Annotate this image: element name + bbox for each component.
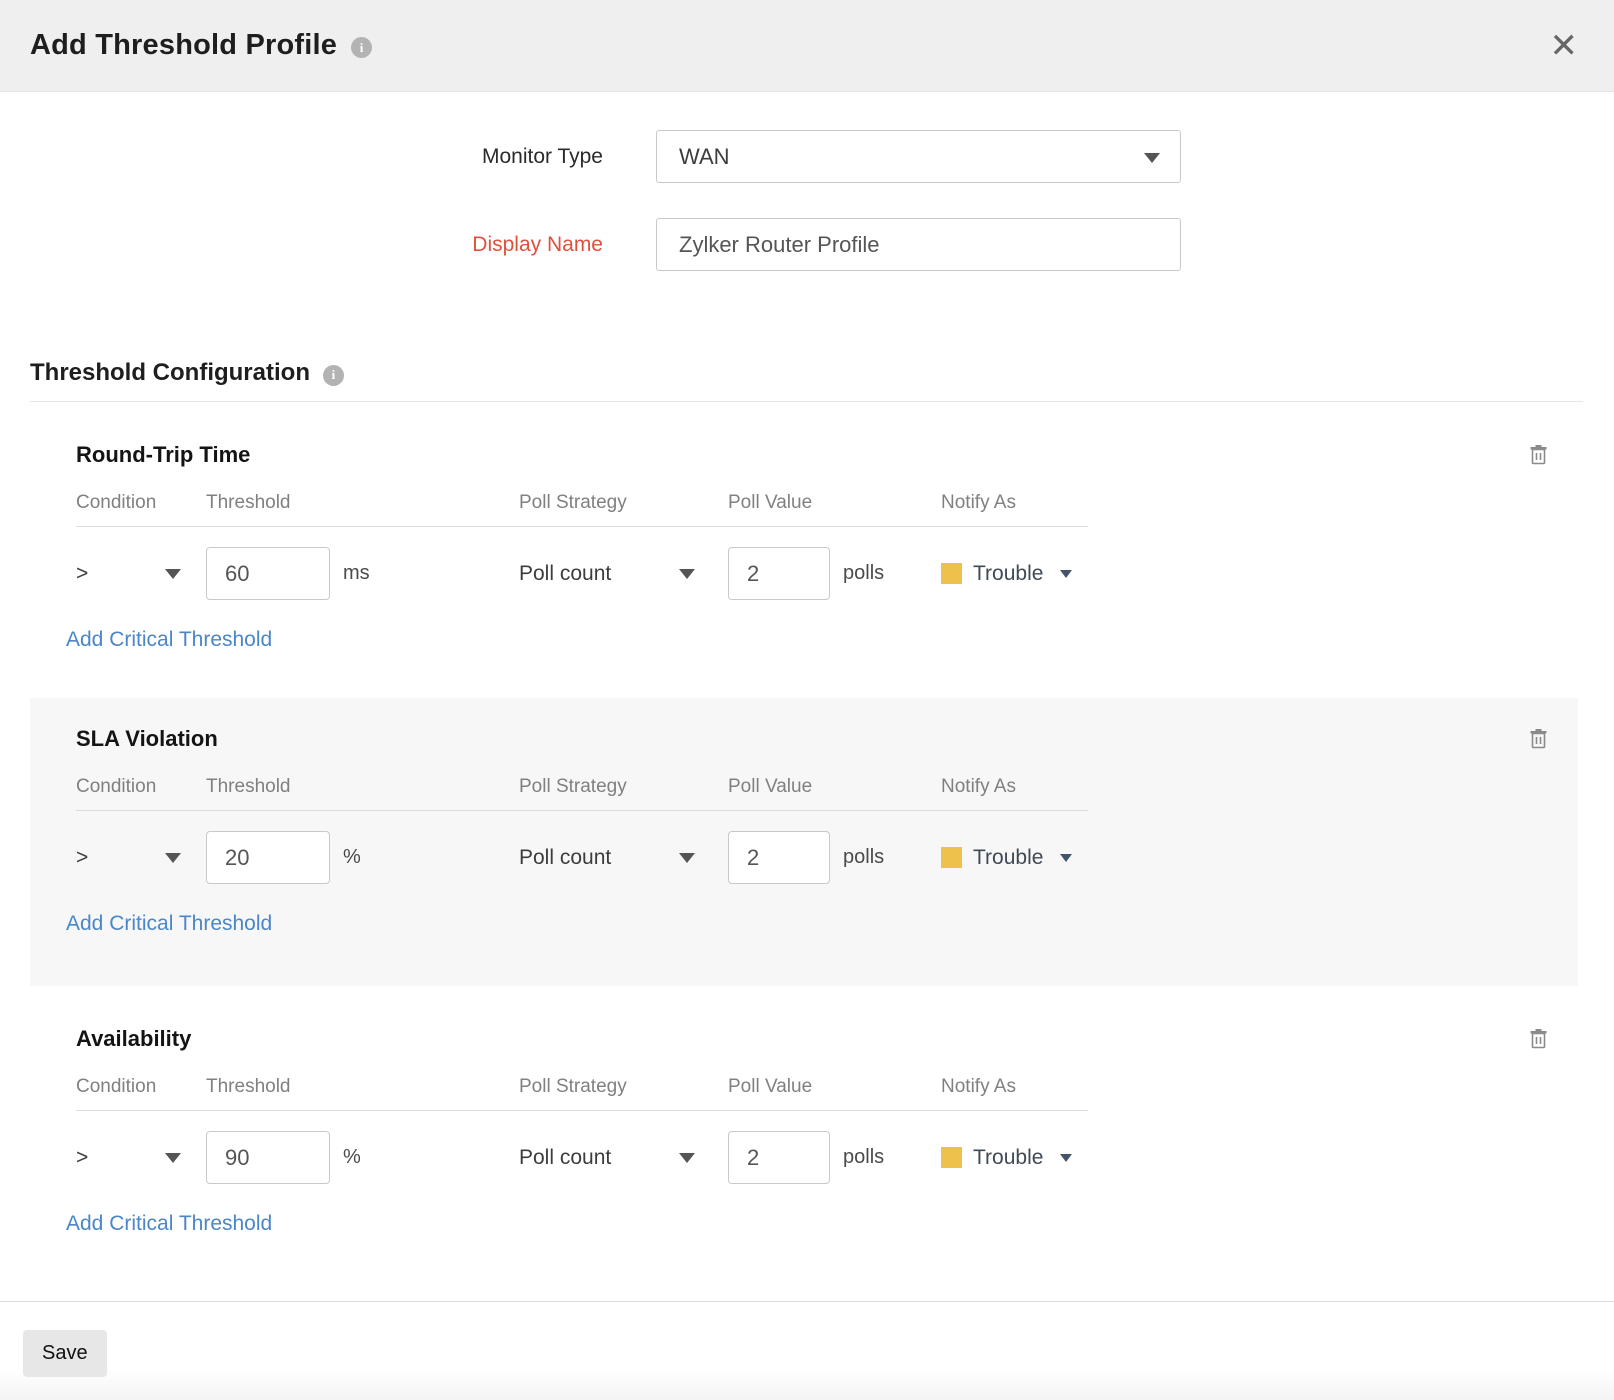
poll-strategy-select[interactable]: Poll count xyxy=(519,562,695,586)
column-condition: Condition xyxy=(76,1076,206,1098)
display-name-field-wrap xyxy=(656,218,1181,271)
poll-strategy-select[interactable]: Poll count xyxy=(519,1146,695,1170)
poll-value-input[interactable] xyxy=(728,547,830,600)
column-notify-as: Notify As xyxy=(941,1076,1088,1098)
column-poll-value: Poll Value xyxy=(728,1076,941,1098)
chevron-down-icon xyxy=(679,853,695,863)
column-poll-strategy: Poll Strategy xyxy=(519,1076,728,1098)
section-title: Threshold Configuration xyxy=(30,359,310,387)
column-poll-value: Poll Value xyxy=(728,776,941,798)
notify-as-select[interactable]: Trouble xyxy=(941,562,1088,586)
metric-block-availability: Availability Condition Threshold Poll St… xyxy=(30,1010,1578,1258)
threshold-input[interactable] xyxy=(206,1131,330,1184)
chevron-down-icon xyxy=(1060,1154,1072,1162)
display-name-input[interactable] xyxy=(679,232,1158,258)
monitor-type-select[interactable]: WAN xyxy=(656,130,1181,183)
chevron-down-icon xyxy=(679,1153,695,1163)
threshold-input[interactable] xyxy=(206,547,330,600)
column-notify-as: Notify As xyxy=(941,492,1088,514)
notify-as-value: Trouble xyxy=(973,846,1043,870)
trash-icon[interactable] xyxy=(1529,1028,1548,1049)
trash-icon[interactable] xyxy=(1529,728,1548,749)
metric-title: Round-Trip Time xyxy=(76,442,1548,468)
chevron-down-icon xyxy=(165,569,181,579)
chevron-down-icon xyxy=(1144,153,1160,163)
chevron-down-icon xyxy=(165,853,181,863)
add-critical-threshold-link[interactable]: Add Critical Threshold xyxy=(66,628,272,652)
add-critical-threshold-link[interactable]: Add Critical Threshold xyxy=(66,1212,272,1236)
condition-select[interactable]: > xyxy=(76,562,181,586)
modal-header: Add Threshold Profile i ✕ xyxy=(0,0,1614,92)
poll-strategy-value: Poll count xyxy=(519,1146,611,1170)
threshold-unit: % xyxy=(343,1146,361,1169)
chevron-down-icon xyxy=(679,569,695,579)
column-notify-as: Notify As xyxy=(941,776,1088,798)
poll-value-input[interactable] xyxy=(728,831,830,884)
display-name-label: Display Name xyxy=(0,233,603,257)
trouble-severity-swatch xyxy=(941,1147,962,1168)
notify-as-value: Trouble xyxy=(973,562,1043,586)
condition-value: > xyxy=(76,562,88,586)
notify-as-value: Trouble xyxy=(973,1146,1043,1170)
page-title: Add Threshold Profile xyxy=(30,29,337,62)
poll-value-unit: polls xyxy=(843,1146,884,1169)
add-critical-threshold-link[interactable]: Add Critical Threshold xyxy=(66,912,272,936)
column-threshold: Threshold xyxy=(206,1076,519,1098)
column-condition: Condition xyxy=(76,776,206,798)
save-button[interactable]: Save xyxy=(23,1330,107,1377)
condition-select[interactable]: > xyxy=(76,846,181,870)
close-icon[interactable]: ✕ xyxy=(1550,29,1579,63)
column-threshold: Threshold xyxy=(206,776,519,798)
condition-value: > xyxy=(76,1146,88,1170)
column-poll-value: Poll Value xyxy=(728,492,941,514)
trouble-severity-swatch xyxy=(941,563,962,584)
poll-strategy-select[interactable]: Poll count xyxy=(519,846,695,870)
poll-value-unit: polls xyxy=(843,846,884,869)
threshold-unit: % xyxy=(343,846,361,869)
chevron-down-icon xyxy=(1060,854,1072,862)
threshold-row: > % Poll count polls xyxy=(76,831,1088,884)
poll-strategy-value: Poll count xyxy=(519,562,611,586)
metric-block-round-trip-time: Round-Trip Time Condition Threshold Poll… xyxy=(30,426,1578,674)
trouble-severity-swatch xyxy=(941,847,962,868)
columns-header: Condition Threshold Poll Strategy Poll V… xyxy=(76,776,1088,811)
poll-strategy-value: Poll count xyxy=(519,846,611,870)
metric-title: SLA Violation xyxy=(76,726,1548,752)
condition-value: > xyxy=(76,846,88,870)
monitor-type-row: Monitor Type WAN xyxy=(0,130,1614,183)
profile-form: Monitor Type WAN Display Name xyxy=(0,92,1614,271)
threshold-unit: ms xyxy=(343,562,370,585)
threshold-row: > ms Poll count polls xyxy=(76,547,1088,600)
column-poll-strategy: Poll Strategy xyxy=(519,776,728,798)
section-divider xyxy=(30,401,1583,402)
poll-value-input[interactable] xyxy=(728,1131,830,1184)
notify-as-select[interactable]: Trouble xyxy=(941,846,1088,870)
columns-header: Condition Threshold Poll Strategy Poll V… xyxy=(76,1076,1088,1111)
column-condition: Condition xyxy=(76,492,206,514)
notify-as-select[interactable]: Trouble xyxy=(941,1146,1088,1170)
chevron-down-icon xyxy=(1060,570,1072,578)
info-icon: i xyxy=(323,365,344,386)
monitor-type-label: Monitor Type xyxy=(0,145,603,169)
metric-title: Availability xyxy=(76,1026,1548,1052)
chevron-down-icon xyxy=(165,1153,181,1163)
condition-select[interactable]: > xyxy=(76,1146,181,1170)
column-poll-strategy: Poll Strategy xyxy=(519,492,728,514)
column-threshold: Threshold xyxy=(206,492,519,514)
metric-block-sla-violation: SLA Violation Condition Threshold Poll S… xyxy=(30,698,1578,986)
trash-icon[interactable] xyxy=(1529,444,1548,465)
poll-value-unit: polls xyxy=(843,562,884,585)
threshold-input[interactable] xyxy=(206,831,330,884)
threshold-row: > % Poll count polls xyxy=(76,1131,1088,1184)
display-name-row: Display Name xyxy=(0,218,1614,271)
columns-header: Condition Threshold Poll Strategy Poll V… xyxy=(76,492,1088,527)
modal-footer: Save xyxy=(0,1301,1614,1400)
info-icon: i xyxy=(351,37,372,58)
threshold-configuration-section: Threshold Configuration i Round-Trip Tim… xyxy=(0,359,1614,1258)
monitor-type-value: WAN xyxy=(679,144,730,170)
